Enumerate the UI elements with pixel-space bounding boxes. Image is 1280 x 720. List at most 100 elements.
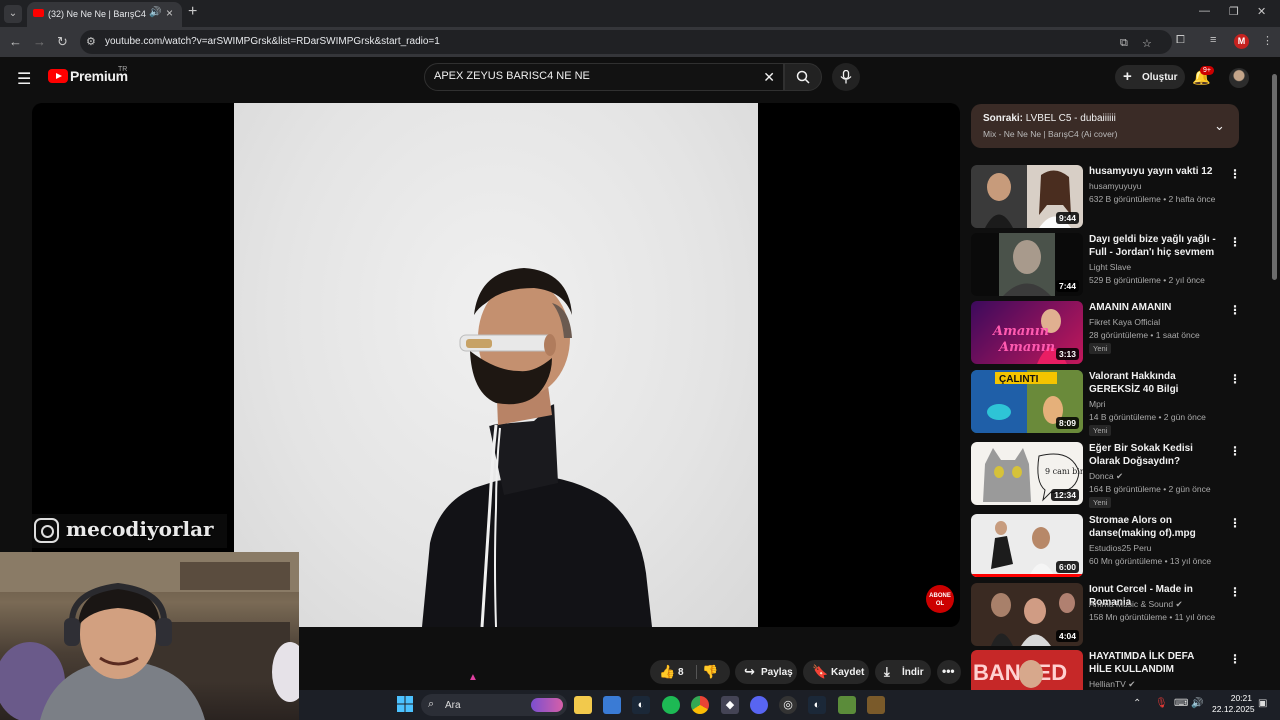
search-button[interactable]: [784, 63, 822, 91]
list-item[interactable]: 9:44 husamyuyu yayın vakti 12 husamyuyuy…: [971, 165, 1241, 229]
more-vert-icon[interactable]: ⋮: [1229, 372, 1241, 386]
more-vert-icon[interactable]: ⋮: [1229, 652, 1239, 666]
subscribe-badge-line1: ABONE: [929, 593, 951, 599]
network-icon[interactable]: ⌨: [1174, 698, 1188, 709]
mic-tray-icon[interactable]: 🎙: [1155, 698, 1168, 709]
like-icon[interactable]: 👍: [659, 664, 675, 680]
video-title[interactable]: AMANIN AMANIN: [1089, 301, 1219, 314]
video-thumbnail[interactable]: 9:44: [971, 165, 1083, 228]
discord-icon[interactable]: [750, 696, 768, 714]
taskbar-search[interactable]: ⌕ Ara: [421, 694, 567, 716]
list-item[interactable]: 6:00 Stromae Alors on danse(making of).m…: [971, 514, 1241, 580]
more-vert-icon[interactable]: ⋮: [1229, 235, 1241, 249]
account-avatar[interactable]: [1229, 68, 1249, 88]
video-title[interactable]: Dayı geldi bize yağlı yağlı - Full - Jor…: [1089, 233, 1219, 259]
video-thumbnail[interactable]: 7:44: [971, 233, 1083, 296]
create-button[interactable]: + Oluştur: [1115, 65, 1185, 89]
hamburger-menu-icon[interactable]: ☰: [17, 69, 31, 89]
voice-search-button[interactable]: [832, 63, 860, 91]
list-item[interactable]: BANNED HAYATIMDA İLK DEFA HİLE KULLANDIM…: [971, 650, 1239, 690]
channel-name[interactable]: Estudios25 Peru: [1089, 543, 1151, 553]
url-text[interactable]: youtube.com/watch?v=arSWIMPGrsk&list=RDa…: [105, 36, 440, 47]
more-vert-icon[interactable]: ⋮: [1229, 303, 1241, 317]
channel-name[interactable]: Donca ✔: [1089, 471, 1123, 482]
channel-name[interactable]: HellianTV ✔: [1089, 679, 1135, 690]
video-title[interactable]: Valorant Hakkında GEREKSİZ 40 Bilgi: [1089, 370, 1219, 396]
subscribe-watermark-badge[interactable]: ABONE OL: [926, 585, 954, 613]
file-explorer-icon[interactable]: [574, 696, 592, 714]
more-vert-icon[interactable]: ⋮: [1229, 167, 1241, 181]
restore-icon[interactable]: ❐: [1229, 5, 1239, 18]
chevron-down-icon[interactable]: ⌄: [1214, 118, 1225, 134]
new-tab-icon[interactable]: +: [188, 3, 197, 21]
search-input[interactable]: [434, 70, 754, 82]
channel-name[interactable]: husamyuyuyu: [1089, 181, 1141, 191]
spotify-icon[interactable]: [662, 696, 680, 714]
video-title[interactable]: HAYATIMDA İLK DEFA HİLE KULLANDIM: [1089, 650, 1219, 676]
video-thumbnail[interactable]: 6:00: [971, 514, 1083, 577]
channel-name[interactable]: Fikret Kaya Official: [1089, 317, 1160, 327]
tray-overflow-icon[interactable]: ⌃: [1133, 698, 1141, 709]
list-item[interactable]: 9 canı bir 12:34 Eğer Bir Sokak Kedisi O…: [971, 442, 1241, 508]
page-scrollbar[interactable]: [1272, 74, 1277, 280]
minecraft-icon[interactable]: [838, 696, 856, 714]
audio-playing-icon[interactable]: 🔊: [149, 7, 161, 18]
channel-name[interactable]: Amma Music & Sound ✔: [1089, 599, 1183, 610]
video-title[interactable]: husamyuyu yayın vakti 12: [1089, 165, 1219, 178]
more-vert-icon[interactable]: ⋮: [1229, 516, 1241, 530]
more-vert-icon[interactable]: ⋮: [1229, 444, 1241, 458]
list-item[interactable]: ÇALINTI 8:09 Valorant Hakkında GEREKSİZ …: [971, 370, 1241, 436]
video-title[interactable]: Stromae Alors on danse(making of).mpg: [1089, 514, 1219, 540]
list-item[interactable]: 7:44 Dayı geldi bize yağlı yağlı - Full …: [971, 233, 1241, 297]
game-icon[interactable]: [867, 696, 885, 714]
channel-name[interactable]: Light Slave: [1089, 262, 1131, 272]
list-item[interactable]: Amanın Amanın 3:13 AMANIN AMANIN Fikret K…: [971, 301, 1241, 365]
youtube-logo-icon[interactable]: [48, 69, 68, 83]
browser-profile-avatar[interactable]: M: [1234, 34, 1249, 49]
window-close-icon[interactable]: ✕: [1257, 5, 1266, 18]
video-player[interactable]: ABONE OL: [32, 103, 960, 627]
taskbar-clock[interactable]: 20:21 22.12.2025: [1212, 693, 1255, 715]
bookmark-star-icon[interactable]: ☆: [1142, 37, 1152, 50]
chrome-icon[interactable]: [691, 696, 709, 714]
tab-close-icon[interactable]: ×: [166, 6, 173, 20]
download-button[interactable]: ⤓ İndir: [875, 660, 931, 684]
video-title[interactable]: Eğer Bir Sokak Kedisi Olarak Doğsaydın?: [1089, 442, 1219, 468]
start-button[interactable]: [396, 696, 414, 714]
browser-menu-icon[interactable]: ⋮: [1262, 34, 1273, 47]
volume-icon[interactable]: 🔊: [1191, 698, 1203, 709]
minimize-icon[interactable]: —: [1199, 5, 1210, 17]
up-next-panel[interactable]: Sonraki: LVBEL C5 - dubaiiiiii Mix - Ne …: [971, 104, 1239, 148]
back-icon[interactable]: ←: [9, 34, 22, 49]
dislike-icon[interactable]: 👎: [702, 664, 718, 680]
video-thumbnail[interactable]: 4:04: [971, 583, 1083, 646]
reload-icon[interactable]: ↻: [57, 34, 68, 50]
video-thumbnail[interactable]: Amanın Amanın 3:13: [971, 301, 1083, 364]
address-bar[interactable]: ⚙ youtube.com/watch?v=arSWIMPGrsk&list=R…: [80, 30, 1172, 54]
like-count[interactable]: 8: [678, 667, 684, 678]
channel-name[interactable]: Mpri: [1089, 399, 1106, 409]
steam-icon[interactable]: ◐: [632, 696, 650, 714]
save-button[interactable]: 🔖 Kaydet: [803, 660, 869, 684]
game-launcher-icon[interactable]: ◆: [721, 696, 739, 714]
video-frame[interactable]: [234, 103, 758, 627]
more-actions-button[interactable]: •••: [937, 660, 961, 684]
notification-center-icon[interactable]: ▣: [1258, 698, 1267, 709]
video-thumbnail[interactable]: ÇALINTI 8:09: [971, 370, 1083, 433]
video-thumbnail[interactable]: BANNED: [971, 650, 1083, 690]
more-vert-icon[interactable]: ⋮: [1229, 585, 1241, 599]
extensions-icon[interactable]: ⧠: [1176, 34, 1185, 47]
video-thumbnail[interactable]: 9 canı bir 12:34: [971, 442, 1083, 505]
steam-secondary-icon[interactable]: ◐: [808, 696, 826, 714]
tab-search-menu-icon[interactable]: ⌄: [4, 5, 22, 23]
share-button[interactable]: ↪ Paylaş: [735, 660, 797, 684]
cast-icon[interactable]: ⧉: [1120, 37, 1128, 50]
list-item[interactable]: 4:04 Ionut Cercel - Made in Romania Amma…: [971, 583, 1241, 647]
site-info-icon[interactable]: ⚙: [86, 35, 96, 48]
active-tab[interactable]: (32) Ne Ne Ne | BarışC4 (Ai 🔊 ×: [27, 2, 182, 27]
app-icon[interactable]: ◎: [779, 696, 797, 714]
media-controls-icon[interactable]: ≡: [1210, 34, 1216, 46]
microsoft-store-icon[interactable]: [603, 696, 621, 714]
clear-search-icon[interactable]: ✕: [763, 69, 775, 86]
forward-icon[interactable]: →: [33, 34, 46, 49]
